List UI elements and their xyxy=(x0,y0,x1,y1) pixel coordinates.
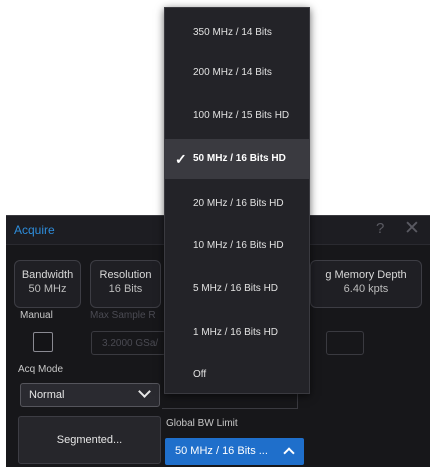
bw-limit-dropdown: 350 MHz / 14 Bits 200 MHz / 14 Bits 100 … xyxy=(164,7,310,394)
dropdown-item-label: 50 MHz / 16 Bits HD xyxy=(193,153,286,164)
memory-depth-label: g Memory Depth xyxy=(325,269,407,281)
memory-depth-box[interactable]: g Memory Depth 6.40 kpts xyxy=(310,260,422,308)
dropdown-item[interactable]: 1 MHz / 16 Bits HD xyxy=(165,313,309,353)
checkmark-icon: ✓ xyxy=(175,151,187,167)
manual-checkbox[interactable] xyxy=(33,332,53,352)
dropdown-item-label: 350 MHz / 14 Bits xyxy=(193,27,272,38)
dropdown-item[interactable]: 100 MHz / 15 Bits HD xyxy=(165,96,309,136)
resolution-value: 16 Bits xyxy=(108,283,143,295)
bandwidth-label: Bandwidth xyxy=(21,269,74,281)
dropdown-item-label: 100 MHz / 15 Bits HD xyxy=(193,110,290,121)
bandwidth-box[interactable]: Bandwidth 50 MHz xyxy=(14,260,81,308)
chevron-up-icon xyxy=(283,447,295,459)
dropdown-item[interactable]: 5 MHz / 16 Bits HD xyxy=(165,269,309,309)
dropdown-item[interactable]: Off xyxy=(165,355,309,395)
global-bw-limit-select[interactable]: 50 MHz / 16 Bits ... xyxy=(165,438,304,465)
max-sample-rate-field: 3.2000 GSa/ xyxy=(91,331,166,355)
dropdown-item[interactable]: 200 MHz / 14 Bits xyxy=(165,53,309,93)
dropdown-item-label: 10 MHz / 16 Bits HD xyxy=(193,240,284,251)
global-bw-limit-value: 50 MHz / 16 Bits ... xyxy=(175,445,268,457)
dropdown-item[interactable]: 20 MHz / 16 Bits HD xyxy=(165,184,309,224)
bandwidth-value: 50 MHz xyxy=(28,283,67,295)
resolution-label: Resolution xyxy=(99,269,152,281)
memory-depth-value: 6.40 kpts xyxy=(343,283,389,295)
disabled-field xyxy=(326,331,364,355)
segmented-button[interactable]: Segmented... xyxy=(18,416,161,464)
max-sample-rate-label: Max Sample R xyxy=(90,310,156,321)
resolution-box[interactable]: Resolution 16 Bits xyxy=(90,260,161,308)
dropdown-item-label: 5 MHz / 16 Bits HD xyxy=(193,283,279,294)
acq-mode-value: Normal xyxy=(29,389,65,401)
global-bw-limit-label: Global BW Limit xyxy=(166,418,238,429)
dropdown-item-selected[interactable]: ✓ 50 MHz / 16 Bits HD xyxy=(165,139,309,179)
dropdown-item-label: Off xyxy=(193,369,207,380)
partially-hidden-field xyxy=(162,394,298,409)
dropdown-item-label: 20 MHz / 16 Bits HD xyxy=(193,198,284,209)
dropdown-item-label: 200 MHz / 14 Bits xyxy=(193,67,272,78)
dropdown-item[interactable]: 350 MHz / 14 Bits xyxy=(165,13,309,53)
panel-title: Acquire xyxy=(14,223,55,237)
dropdown-item[interactable]: 10 MHz / 16 Bits HD xyxy=(165,226,309,266)
chevron-down-icon xyxy=(138,385,151,398)
manual-label: Manual xyxy=(20,310,53,321)
dropdown-item-label: 1 MHz / 16 Bits HD xyxy=(193,327,279,338)
help-icon[interactable]: ? xyxy=(376,220,384,237)
acq-mode-label: Acq Mode xyxy=(18,364,64,375)
acq-mode-select[interactable]: Normal xyxy=(20,383,160,407)
close-icon[interactable]: ✕ xyxy=(404,217,420,240)
